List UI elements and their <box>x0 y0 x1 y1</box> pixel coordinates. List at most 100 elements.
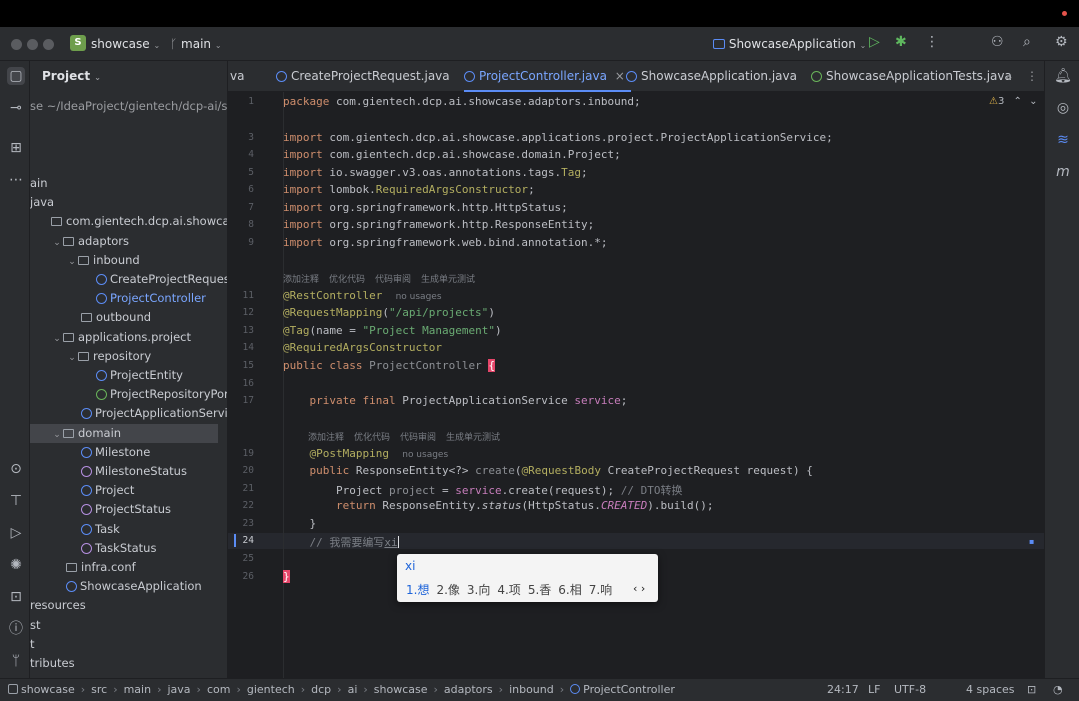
breadcrumb-item[interactable]: inbound <box>509 683 554 696</box>
project-badge[interactable]: S <box>70 35 86 51</box>
tree-item[interactable]: Milestone <box>30 443 227 462</box>
tree-item[interactable]: ShowcaseApplication <box>30 577 227 596</box>
breadcrumb-item[interactable]: ProjectController <box>583 683 675 696</box>
project-panel-header[interactable]: Project ⌄ <box>42 69 101 83</box>
tab-list-chevron-icon[interactable]: ⌄ <box>1004 61 1014 92</box>
tab-showcase-application-tests[interactable]: ShowcaseApplicationTests.java <box>811 61 1012 92</box>
tree-item[interactable]: ProjectRepositoryPort <box>30 385 227 404</box>
window-zoom-button[interactable] <box>43 39 54 50</box>
debug-icon[interactable]: ✱ <box>895 34 907 50</box>
tab-more-icon[interactable]: ⋮ <box>1026 61 1038 92</box>
hint-add-comment[interactable]: 添加注释 <box>308 433 344 443</box>
tree-item[interactable]: ⌄ applications.project <box>30 328 227 349</box>
indent-setting[interactable]: 4 spaces <box>966 683 1015 696</box>
tab-partial[interactable]: va <box>230 61 244 92</box>
tree-item[interactable]: st <box>30 616 227 635</box>
hint-optimize-code[interactable]: 优化代码 <box>354 433 390 443</box>
breadcrumb-item[interactable]: java <box>167 683 190 696</box>
hint-code-review[interactable]: 代码审阅 <box>375 275 411 285</box>
commit-icon[interactable]: ⊸ <box>7 99 25 117</box>
terminal-icon[interactable]: ⊡ <box>7 588 25 606</box>
hint-add-comment[interactable]: 添加注释 <box>283 275 319 285</box>
tree-item[interactable]: ProjectStatus <box>30 500 227 519</box>
tab-create-project-request[interactable]: CreateProjectRequest.java <box>276 61 450 92</box>
breadcrumb-item[interactable]: gientech <box>247 683 295 696</box>
hint-generate-tests[interactable]: 生成单元测试 <box>446 433 500 443</box>
tree-item[interactable]: ProjectController <box>30 289 227 308</box>
tree-item[interactable]: outbound <box>30 308 227 327</box>
ai-assistant-icon[interactable]: ◎ <box>1054 99 1072 117</box>
tree-item[interactable]: ⌄ repository <box>30 347 227 368</box>
breadcrumb-item[interactable]: main <box>124 683 151 696</box>
debug-tool-icon[interactable]: ✺ <box>7 556 25 574</box>
project-switcher[interactable]: showcase ⌄ <box>91 37 160 51</box>
tree-item[interactable]: resources <box>30 596 227 615</box>
git-icon[interactable]: ᛘ <box>7 652 25 670</box>
chevron-down-icon[interactable]: ⌄ <box>51 426 63 445</box>
usage-hint[interactable]: no usages <box>396 292 442 302</box>
plugin-icon[interactable]: ≋ <box>1054 131 1072 149</box>
tree-item[interactable]: ⌄ inbound <box>30 251 227 272</box>
hint-optimize-code[interactable]: 优化代码 <box>329 275 365 285</box>
hint-code-review[interactable]: 代码审阅 <box>400 433 436 443</box>
chevron-down-icon[interactable]: ⌄ <box>51 330 63 349</box>
breadcrumb-item[interactable]: dcp <box>311 683 331 696</box>
line-separator[interactable]: LF <box>868 683 880 696</box>
ime-page-nav[interactable]: ‹ › <box>633 582 645 595</box>
run-icon[interactable]: ▷ <box>869 34 880 50</box>
chevron-down-icon[interactable]: ⌄ <box>66 349 78 368</box>
breadcrumb-item[interactable]: adaptors <box>444 683 493 696</box>
project-tool-icon[interactable]: ▢ <box>7 67 25 85</box>
tree-item[interactable]: Task <box>30 520 227 539</box>
tree-item[interactable]: infra.conf <box>30 558 227 577</box>
breadcrumb-item[interactable]: showcase <box>21 683 75 696</box>
ime-candidate[interactable]: 7.响 <box>589 583 612 597</box>
maven-icon[interactable]: m <box>1054 163 1072 181</box>
breadcrumb-item[interactable]: showcase <box>374 683 428 696</box>
ime-candidate[interactable]: 1.想 <box>406 583 429 597</box>
tree-item[interactable]: TaskStatus <box>30 539 227 558</box>
tree-item[interactable]: java <box>30 193 227 212</box>
ime-candidate[interactable]: 4.项 <box>497 583 520 597</box>
tree-item[interactable]: t <box>30 635 227 654</box>
ime-candidate[interactable]: 5.香 <box>528 583 551 597</box>
hint-generate-tests[interactable]: 生成单元测试 <box>421 275 475 285</box>
notifications-icon[interactable]: 🔔︎ <box>1054 67 1072 85</box>
ime-candidate[interactable]: 6.相 <box>558 583 581 597</box>
memory-indicator-icon[interactable]: ◔ <box>1053 683 1063 696</box>
project-root-path[interactable]: se ~/IdeaProject/gientech/dcp-ai/sho <box>30 97 227 116</box>
tree-item[interactable]: ⌄ domain <box>30 423 218 445</box>
usage-hint[interactable]: no usages <box>402 450 448 460</box>
run-tool-icon[interactable]: ▷ <box>7 524 25 542</box>
tree-item[interactable]: ain <box>30 174 227 193</box>
tab-showcase-application[interactable]: ShowcaseApplication.java <box>626 61 797 92</box>
chevron-down-icon[interactable]: ⌄ <box>66 253 78 272</box>
ime-candidate[interactable]: 3.向 <box>467 583 490 597</box>
structure-icon[interactable]: ⊞ <box>7 139 25 157</box>
more-tools-icon[interactable]: ⋯ <box>7 171 25 189</box>
breadcrumb-item[interactable]: ai <box>348 683 358 696</box>
run-config-selector[interactable]: ShowcaseApplication ⌄ <box>713 37 866 51</box>
file-encoding[interactable]: UTF-8 <box>894 683 926 696</box>
chevron-down-icon[interactable]: ⌄ <box>51 234 63 253</box>
inspection-widget[interactable]: ⚠3 ⌃ ⌄ <box>989 96 1038 107</box>
tab-project-controller[interactable]: ProjectController.java × <box>464 61 631 92</box>
caret-position[interactable]: 24:17 <box>827 683 859 696</box>
add-user-icon[interactable]: ⚇ <box>991 34 1004 50</box>
problems-icon[interactable]: ⓘ <box>7 620 25 638</box>
window-close-button[interactable] <box>11 39 22 50</box>
gear-icon[interactable]: ⚙ <box>1055 34 1068 50</box>
lock-icon[interactable]: ⊡ <box>1027 683 1036 696</box>
services-icon[interactable]: ⊙ <box>7 460 25 478</box>
tree-item[interactable]: Project <box>30 481 227 500</box>
build-icon[interactable]: ⊤ <box>7 492 25 510</box>
ime-candidate[interactable]: 2.像 <box>436 583 459 597</box>
branch-switcher[interactable]: ᚴ main ⌄ <box>170 37 222 51</box>
tree-item[interactable]: MilestoneStatus <box>30 462 227 481</box>
tree-item[interactable]: ProjectApplicationService <box>30 404 227 423</box>
more-actions-icon[interactable]: ⋮ <box>925 34 939 50</box>
search-icon[interactable]: ⌕ <box>1023 34 1031 50</box>
tree-item[interactable]: tributes <box>30 654 227 673</box>
window-minimize-button[interactable] <box>27 39 38 50</box>
tree-item[interactable]: CreateProjectRequest <box>30 270 227 289</box>
